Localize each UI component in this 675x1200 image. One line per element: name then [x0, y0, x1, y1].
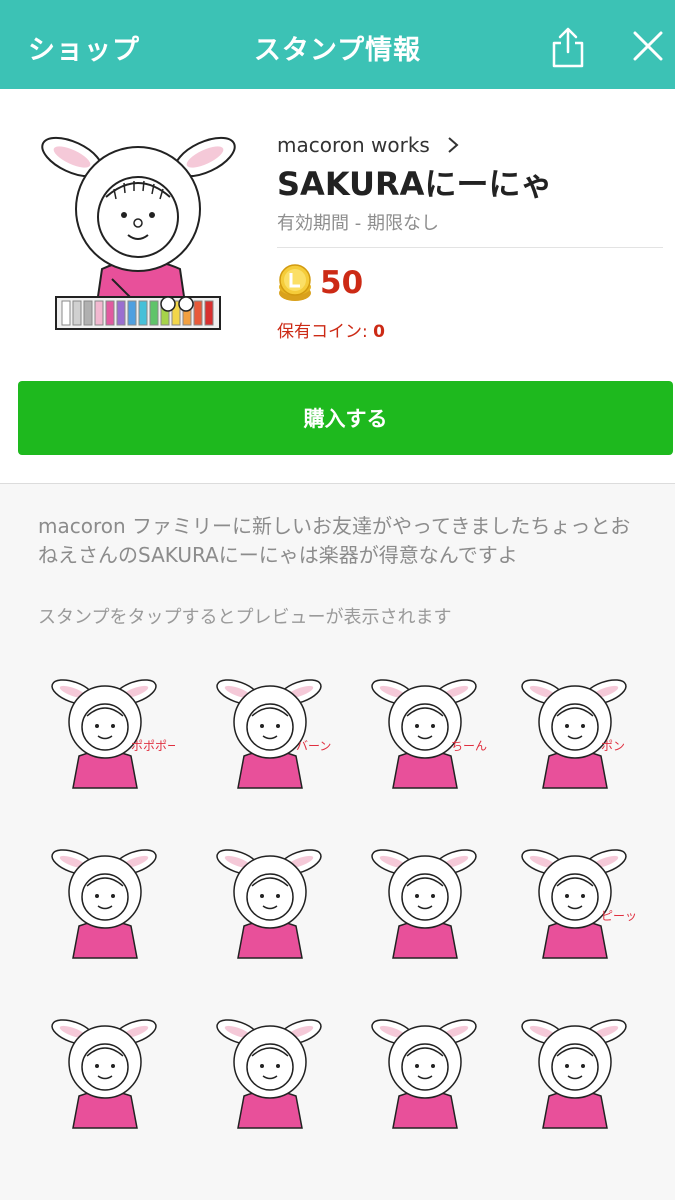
sticker-annotation: バーン: [296, 739, 331, 753]
author-link[interactable]: macoron works: [277, 133, 430, 157]
sticker-whistle[interactable]: ピーッ: [505, 840, 645, 980]
chevron-right-icon[interactable]: [445, 135, 461, 155]
sticker-xylophone[interactable]: ポポポーン: [35, 670, 175, 810]
sticker-annotation: ピーッ: [601, 909, 637, 923]
owned-coins: 保有コイン: 0: [277, 317, 385, 342]
sticker-flute[interactable]: [200, 1010, 340, 1150]
owned-coins-value: 0: [373, 322, 385, 342]
share-icon[interactable]: [549, 26, 587, 68]
coin-icon: [279, 264, 311, 301]
sticker-keyboard-harmonica[interactable]: バーン: [200, 670, 340, 810]
sticker-umbrella[interactable]: [505, 1010, 645, 1150]
buy-button[interactable]: 購入する: [18, 381, 673, 455]
sticker-annotation: ポポポーン: [131, 739, 175, 753]
sticker-ocarina[interactable]: ポン: [505, 670, 645, 810]
main-sticker-image: [41, 136, 236, 330]
sticker-maracas[interactable]: [200, 840, 340, 980]
validity-text: 有効期間 - 期限なし: [277, 213, 439, 234]
sticker-party-popper[interactable]: [355, 840, 495, 980]
sticker-triangle[interactable]: ちーん: [355, 670, 495, 810]
price-value: 50: [320, 265, 364, 301]
owned-coins-label: 保有コイン:: [277, 322, 368, 342]
sticker-annotation: ちーん: [451, 739, 487, 753]
preview-hint: スタンプをタップするとプレビューが表示されます: [38, 607, 452, 628]
description-text: macoron ファミリーに新しいお友達がやってきましたちょっとおねえさんのSA…: [38, 514, 631, 567]
sticker-crying[interactable]: [355, 1010, 495, 1150]
sticker-waving[interactable]: [35, 1010, 175, 1150]
product-section: macoron works SAKURAにーにゃ 有効期間 - 期限なし 50 …: [0, 89, 675, 484]
close-icon[interactable]: [632, 30, 664, 62]
sticker-tambourine[interactable]: [35, 840, 175, 980]
divider: [277, 247, 663, 248]
sticker-annotation: ポン: [601, 739, 625, 753]
sticker-title: SAKURAにーにゃ: [277, 165, 553, 203]
top-nav-bar: ショップ スタンプ情報: [0, 0, 675, 89]
sticker-grid: ポポポーン バーン ちーん ポンピーッ: [0, 660, 675, 1200]
